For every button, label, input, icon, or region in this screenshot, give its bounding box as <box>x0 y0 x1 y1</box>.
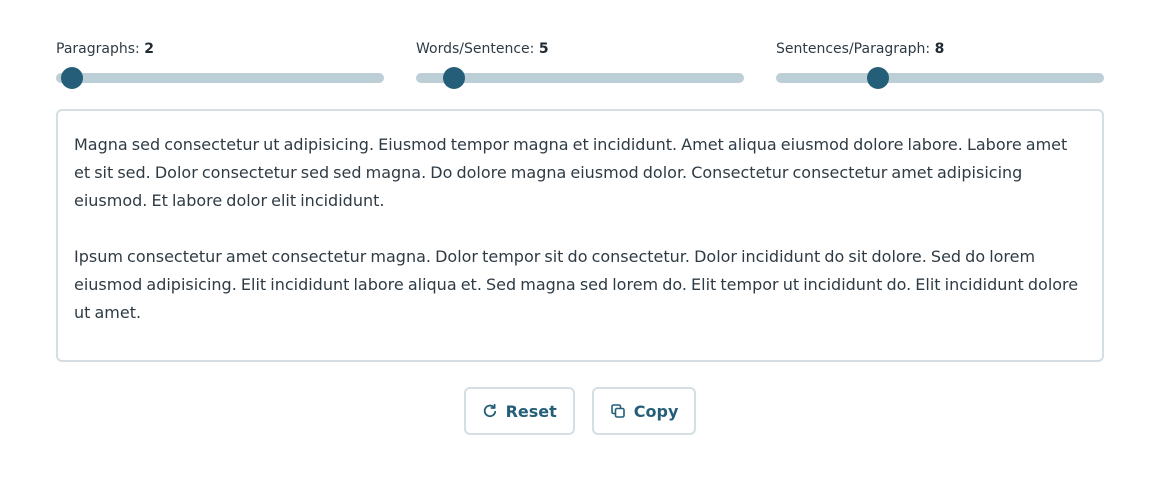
copy-label: Copy <box>633 401 679 421</box>
slider-words-per-sentence: Words/Sentence: 5 <box>416 38 744 89</box>
slider-thumb-words-per-sentence[interactable] <box>442 67 465 89</box>
slider-track-sentences-per-paragraph[interactable] <box>776 67 1104 89</box>
slider-thumb-paragraphs[interactable] <box>61 67 84 89</box>
reset-button[interactable]: Reset <box>463 387 575 435</box>
slider-value: 8 <box>934 41 945 57</box>
slider-track-words-per-sentence[interactable] <box>416 67 744 89</box>
slider-thumb-sentences-per-paragraph[interactable] <box>866 67 889 89</box>
slider-label-text: Sentences/Paragraph: <box>776 41 931 57</box>
generated-paragraph: Magna sed consectetur ut adipisicing. Ei… <box>74 135 1068 210</box>
slider-label-sentences-per-paragraph: Sentences/Paragraph: 8 <box>776 38 1104 60</box>
slider-value: 2 <box>144 41 154 57</box>
generator-panel: Paragraphs: 2 Words/Sentence: 5 Sentence… <box>56 38 1104 435</box>
generated-text-area[interactable]: Magna sed consectetur ut adipisicing. Ei… <box>56 109 1104 362</box>
copy-icon <box>610 403 626 419</box>
slider-label-paragraphs: Paragraphs: 2 <box>56 38 384 60</box>
action-buttons: Reset Copy <box>56 387 1104 435</box>
refresh-icon <box>482 403 498 419</box>
slider-track-paragraphs[interactable] <box>56 67 384 89</box>
slider-label-words-per-sentence: Words/Sentence: 5 <box>416 38 744 60</box>
slider-label-text: Paragraphs: <box>56 41 140 57</box>
generated-paragraph: Ipsum consectetur amet consectetur magna… <box>74 247 1079 322</box>
slider-row: Paragraphs: 2 Words/Sentence: 5 Sentence… <box>56 38 1104 89</box>
slider-value: 5 <box>538 41 549 57</box>
copy-button[interactable]: Copy <box>591 387 697 435</box>
slider-sentences-per-paragraph: Sentences/Paragraph: 8 <box>776 38 1104 89</box>
slider-label-text: Words/Sentence: <box>416 41 535 57</box>
slider-paragraphs: Paragraphs: 2 <box>56 38 384 89</box>
reset-label: Reset <box>505 401 557 421</box>
